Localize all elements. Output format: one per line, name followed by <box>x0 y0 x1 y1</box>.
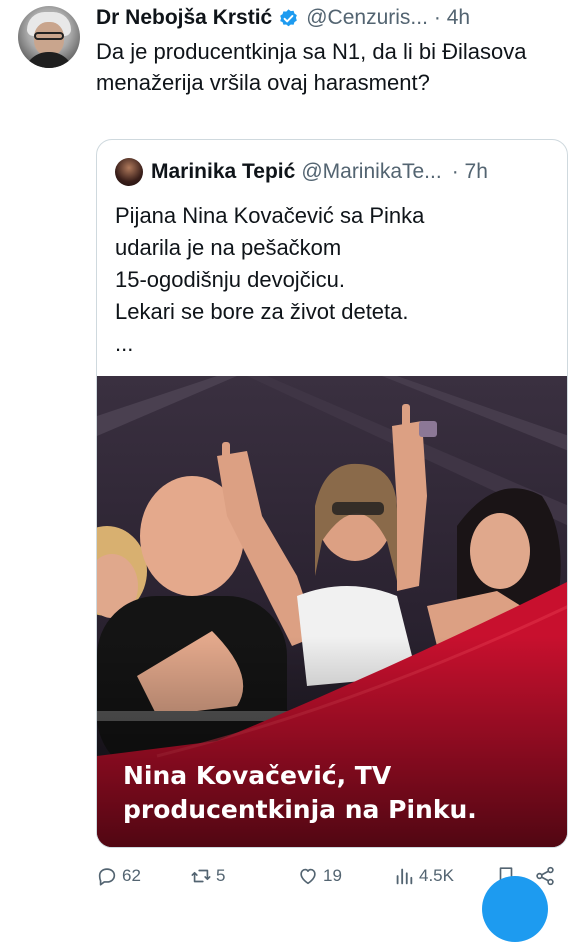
verified-badge-icon <box>280 8 298 26</box>
author-name[interactable]: Dr Nebojša Krstić <box>96 6 272 30</box>
tweet-header: Dr Nebojša Krstić @Cenzuris... · 4h <box>96 2 577 34</box>
reply-icon <box>98 868 116 886</box>
heart-icon <box>300 868 316 885</box>
image-caption-line-2: producentkinja na Pinku. <box>123 795 477 824</box>
views-button[interactable]: 4.5K <box>393 862 454 890</box>
reply-count: 62 <box>122 866 141 885</box>
quoted-author-name[interactable]: Marinika Tepić <box>151 160 295 184</box>
image-caption: Nina Kovačević, TV producentkinja na Pin… <box>123 759 553 827</box>
quoted-tweet[interactable]: Marinika Tepić @MarinikaTe... · 7h Pijan… <box>96 139 568 848</box>
quoted-tweet-image[interactable]: Nina Kovačević, TV producentkinja na Pin… <box>97 376 567 847</box>
repost-button[interactable]: 5 <box>190 862 225 890</box>
tweet-text: Da je producentkinja sa N1, da li bi Đil… <box>96 39 527 95</box>
quoted-tweet-text: Pijana Nina Kovačević sa Pinka udarila j… <box>115 203 425 356</box>
quoted-author-avatar[interactable] <box>115 158 143 186</box>
views-count: 4.5K <box>419 866 454 885</box>
tweet-time[interactable]: · 4h <box>434 6 470 30</box>
like-button[interactable]: 19 <box>297 862 342 890</box>
repost-count: 5 <box>216 866 226 885</box>
quoted-tweet-header: Marinika Tepić @MarinikaTe... · 7h <box>115 158 553 186</box>
views-icon <box>396 868 413 885</box>
quoted-author-handle[interactable]: @MarinikaTe... <box>301 160 441 184</box>
compose-fab-button[interactable] <box>482 876 548 942</box>
like-count: 19 <box>323 866 342 885</box>
repost-icon <box>191 869 211 883</box>
author-handle[interactable]: @Cenzuris... <box>306 6 428 30</box>
avatar-body <box>24 52 74 68</box>
reply-button[interactable]: 62 <box>96 862 141 890</box>
image-caption-line-1: Nina Kovačević, TV <box>123 761 392 790</box>
avatar-glasses <box>34 32 64 40</box>
author-avatar[interactable] <box>18 6 80 68</box>
quoted-tweet-time[interactable]: · 7h <box>452 160 488 184</box>
